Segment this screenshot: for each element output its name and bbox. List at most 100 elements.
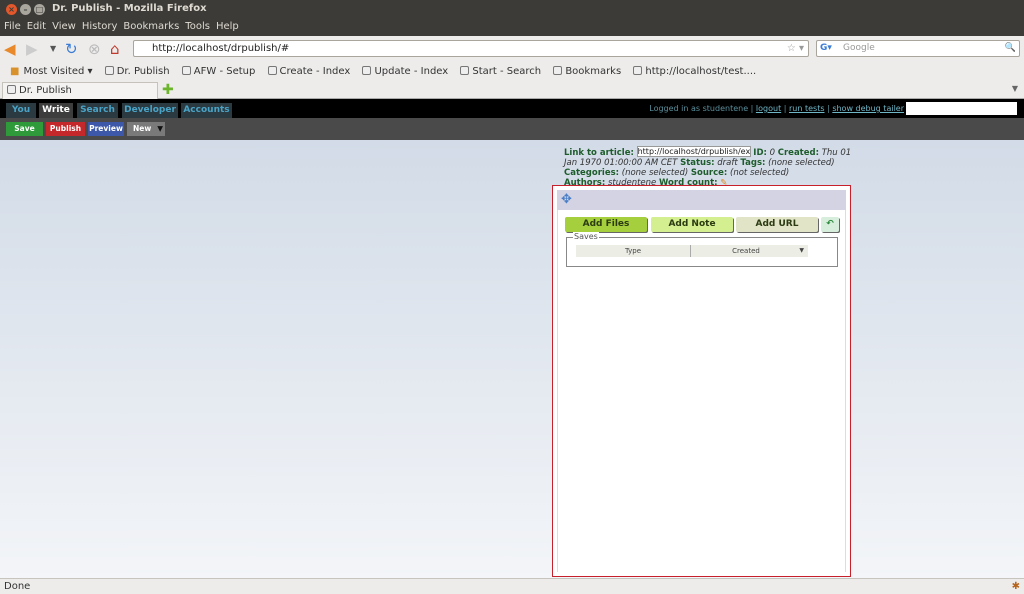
folder-icon: ■: [10, 66, 20, 77]
page-icon: [633, 66, 643, 75]
refresh-icon[interactable]: ↶: [821, 217, 839, 232]
logged-in-text: Logged in as studentene |: [649, 104, 754, 113]
status-label: Status:: [680, 158, 715, 168]
separator: |: [783, 104, 787, 113]
bookmark-label: Dr. Publish: [116, 66, 170, 77]
bookmark-star-icon[interactable]: ☆ ▾: [787, 41, 804, 56]
dropdown-arrow-icon: ▼: [157, 124, 163, 133]
save-button[interactable]: Save: [6, 122, 43, 136]
bookmark-item[interactable]: Start - Search: [460, 66, 541, 77]
window-title: Dr. Publish - Mozilla Firefox: [52, 3, 207, 14]
bookmark-item[interactable]: http://localhost/test....: [633, 66, 756, 77]
bookmarks-toolbar: ■ Most Visited ▾ Dr. Publish AFW - Setup …: [0, 62, 1024, 82]
addon-icon[interactable]: ✱: [1012, 579, 1020, 594]
article-metadata: Link to article: http://localhost/drpubl…: [564, 146, 854, 188]
url-text: http://localhost/drpublish/#: [152, 43, 290, 54]
categories-value[interactable]: (none selected): [622, 168, 688, 178]
app-toolbar: Save Publish Preview New ▼: [0, 118, 1024, 140]
home-icon[interactable]: ⌂: [110, 41, 120, 57]
move-handle-icon[interactable]: ✥: [561, 192, 572, 207]
bookmark-most-visited[interactable]: ■ Most Visited ▾: [5, 66, 93, 77]
add-files-button[interactable]: Add Files: [565, 217, 647, 232]
add-note-button[interactable]: Add Note: [651, 217, 733, 232]
url-bar[interactable]: http://localhost/drpublish/# ☆ ▾: [133, 40, 809, 57]
page-icon: [7, 85, 16, 94]
article-link-input[interactable]: http://localhost/drpublish/exa: [636, 146, 751, 157]
menu-file[interactable]: File: [4, 21, 21, 32]
bookmark-label: Most Visited ▾: [23, 66, 93, 77]
saves-legend: Saves: [573, 232, 599, 241]
app-navigation: You Write Search Developer Accounts Logg…: [0, 99, 1024, 118]
tab-search[interactable]: Search: [77, 103, 118, 118]
add-url-button[interactable]: Add URL: [736, 217, 818, 232]
tab-label: Dr. Publish: [19, 85, 72, 96]
status-text: Done: [4, 581, 31, 592]
bookmark-item[interactable]: AFW - Setup: [181, 66, 256, 77]
browser-tab[interactable]: Dr. Publish: [2, 82, 158, 99]
panel-header: ✥: [557, 190, 846, 210]
navigation-toolbar: ◀ ▶ ▼ ↻ ⊗ ⌂ http://localhost/drpublish/#…: [0, 36, 1024, 62]
app-search-input[interactable]: [906, 102, 1017, 115]
attachments-panel: ✥ Add Files Add Note Add URL ↶ Saves Typ…: [552, 185, 851, 577]
forward-icon[interactable]: ▶: [26, 41, 38, 57]
source-value[interactable]: (not selected): [730, 168, 789, 178]
column-created[interactable]: Created: [691, 245, 801, 257]
search-icon[interactable]: 🔍: [1005, 41, 1016, 56]
content-area: Link to article: http://localhost/drpubl…: [0, 140, 1024, 578]
saves-table-header: Type Created ▼: [576, 245, 808, 257]
tab-list-icon[interactable]: ▼: [1012, 84, 1018, 93]
tab-developer[interactable]: Developer: [122, 103, 178, 118]
logout-link[interactable]: logout: [756, 104, 781, 113]
bookmark-label: Update - Index: [374, 66, 449, 77]
sort-arrow-icon[interactable]: ▼: [799, 245, 804, 257]
page-icon: [104, 66, 114, 75]
preview-button[interactable]: Preview: [88, 122, 124, 136]
menu-tools[interactable]: Tools: [185, 21, 210, 32]
link-label: Link to article:: [564, 148, 634, 158]
search-bar[interactable]: G▾ Google 🔍: [816, 40, 1020, 57]
new-tab-icon[interactable]: ✚: [162, 82, 174, 98]
tab-accounts[interactable]: Accounts: [181, 103, 232, 118]
menu-help[interactable]: Help: [216, 21, 239, 32]
run-tests-link[interactable]: run tests: [789, 104, 825, 113]
back-icon[interactable]: ◀: [4, 41, 16, 57]
bookmark-label: Bookmarks: [565, 66, 622, 77]
tab-write[interactable]: Write: [39, 103, 73, 118]
new-button[interactable]: New ▼: [127, 122, 165, 136]
tab-strip: Dr. Publish ✚ ▼: [0, 82, 1024, 99]
new-label: New: [133, 124, 152, 133]
debug-tailer-link[interactable]: show debug tailer: [832, 104, 904, 113]
maximize-window-button[interactable]: □: [34, 4, 45, 15]
bookmark-item[interactable]: Bookmarks: [553, 66, 621, 77]
source-label: Source:: [690, 168, 728, 178]
page-icon: [181, 66, 191, 75]
stop-icon[interactable]: ⊗: [88, 41, 101, 57]
bookmark-item[interactable]: Create - Index: [267, 66, 351, 77]
menu-history[interactable]: History: [82, 21, 118, 32]
menu-view[interactable]: View: [52, 21, 76, 32]
saves-fieldset: Saves Type Created ▼: [566, 232, 838, 267]
bookmark-item[interactable]: Update - Index: [362, 66, 448, 77]
bookmark-item[interactable]: Dr. Publish: [104, 66, 170, 77]
column-type[interactable]: Type: [576, 245, 691, 257]
tags-value[interactable]: (none selected): [768, 158, 834, 168]
page-icon: [553, 66, 563, 75]
tab-you[interactable]: You: [6, 103, 36, 118]
google-engine-icon[interactable]: G▾: [820, 41, 832, 56]
menu-bookmarks[interactable]: Bookmarks: [123, 21, 179, 32]
menu-edit[interactable]: Edit: [27, 21, 46, 32]
publish-button[interactable]: Publish: [46, 122, 85, 136]
close-window-button[interactable]: ×: [6, 4, 17, 15]
reload-icon[interactable]: ↻: [65, 41, 78, 57]
status-bar: Done ✱: [0, 578, 1024, 594]
bookmark-label: AFW - Setup: [193, 66, 256, 77]
search-placeholder: Google: [843, 43, 875, 53]
status-value: draft: [717, 158, 738, 168]
menu-bar: File Edit View History Bookmarks Tools Help: [0, 18, 1024, 36]
id-label: ID:: [753, 148, 767, 158]
categories-label: Categories:: [564, 168, 620, 178]
bookmark-label: Create - Index: [279, 66, 351, 77]
minimize-window-button[interactable]: –: [20, 4, 31, 15]
history-dropdown-icon[interactable]: ▼: [50, 41, 56, 57]
panel-body: Add Files Add Note Add URL ↶ Saves Type …: [557, 210, 846, 572]
